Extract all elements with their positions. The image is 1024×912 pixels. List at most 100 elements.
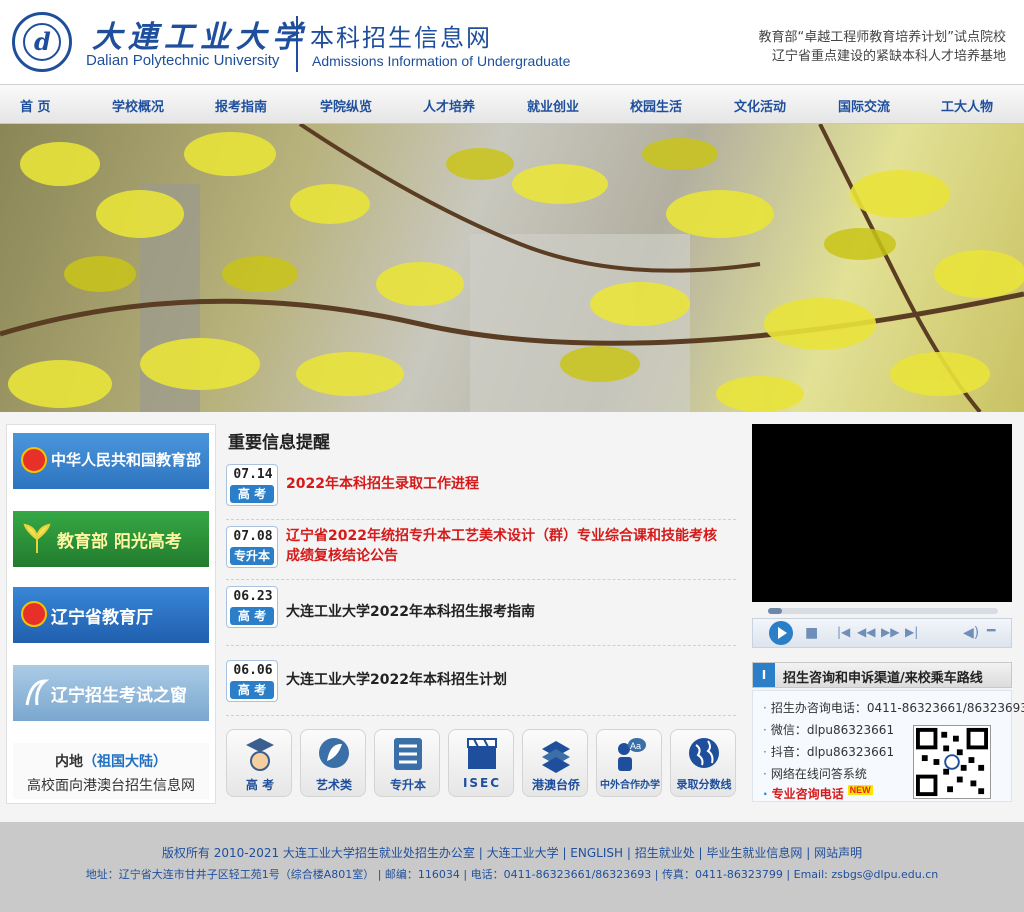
quick-link-admission-scores[interactable]: 录取分数线 xyxy=(670,729,736,797)
contact-phone: · 招生办咨询电话：0411-86323661/86323693 xyxy=(763,699,1024,716)
graduate-cap-icon xyxy=(246,738,274,771)
liaoning-edu-link[interactable]: 辽宁省教育厅 xyxy=(13,587,209,643)
quick-link-upgrade[interactable]: 专升本 xyxy=(374,729,440,797)
site-title-cn: 本科招生信息网 xyxy=(310,24,492,52)
contact-wechat-text: 微信：dlpu86323661 xyxy=(770,723,895,737)
moe-link[interactable]: 中华人民共和国教育部 xyxy=(13,433,209,489)
news-title[interactable]: 2022年本科招生录取工作进程 xyxy=(286,474,479,494)
online-qa-link[interactable]: · 网络在线问答系统 xyxy=(763,765,867,782)
footer-link-dpu[interactable]: 大连工业大学 xyxy=(487,846,559,860)
national-emblem-icon xyxy=(21,447,47,473)
nav-item-training[interactable]: 人才培养 xyxy=(423,96,475,115)
news-date: 07.14 xyxy=(233,467,273,482)
contact-douyin-text: 抖音：dlpu86323661 xyxy=(770,745,895,759)
slogan-line-1: 教育部“卓越工程师教育培养计划”试点院校 xyxy=(758,30,1006,45)
ladder-icon xyxy=(394,738,422,770)
liaoning-edu-label: 辽宁省教育厅 xyxy=(51,608,153,628)
footer-link-admissions[interactable]: 招生就业处 xyxy=(635,846,695,860)
quick-link-art[interactable]: 艺术类 xyxy=(300,729,366,797)
slogan-line-2: 辽宁省重点建设的紧缺本科人才培养基地 xyxy=(771,49,1006,64)
video-progress-fill xyxy=(768,608,782,614)
news-category: 高 考 xyxy=(230,485,274,503)
play-icon[interactable] xyxy=(769,621,793,645)
news-panel: 重要信息提醒 07.14 高 考 2022年本科招生录取工作进程 07.08 专… xyxy=(222,424,742,804)
nav-item-intl[interactable]: 国际交流 xyxy=(838,96,890,115)
video-progress-bar[interactable] xyxy=(768,608,998,614)
bullet-icon: · xyxy=(763,787,768,801)
nav-item-home[interactable]: 首 页 xyxy=(20,96,51,115)
news-category: 高 考 xyxy=(230,681,274,699)
hk-macao-taiwan-link[interactable]: 内地（祖国大陆） 高校面向港澳台招生信息网 xyxy=(13,743,209,799)
news-title[interactable]: 大连工业大学2022年本科招生报考指南 xyxy=(286,602,535,622)
news-title[interactable]: 大连工业大学2022年本科招生计划 xyxy=(286,670,507,690)
news-item[interactable]: 07.14 高 考 2022年本科招生录取工作进程 xyxy=(226,464,736,520)
nav-item-overview[interactable]: 学校概况 xyxy=(112,96,164,115)
nav-item-guide[interactable]: 报考指南 xyxy=(215,96,267,115)
volume-slider-icon[interactable]: ━ xyxy=(987,623,995,639)
footer-link-statement[interactable]: 网站声明 xyxy=(814,846,862,860)
hotline-link[interactable]: · 专业咨询电话 NEW xyxy=(763,785,873,802)
contact-heading: 招生咨询和申诉渠道/来校乘车路线 xyxy=(783,671,983,686)
stop-icon[interactable]: ■ xyxy=(805,625,818,641)
footer-link-jobs[interactable]: 毕业生就业信息网 xyxy=(706,846,802,860)
quick-links-row: 高 考 艺术类 专升本 ISEC 港澳台侨 Aa 中外合作办学 录取分数线 xyxy=(222,729,742,801)
quick-link-label: ISEC xyxy=(462,776,502,790)
globe-icon xyxy=(689,738,719,768)
video-player[interactable] xyxy=(752,424,1012,602)
new-badge: NEW xyxy=(847,785,873,795)
main-nav: 首 页 学校概况 报考指南 学院纵览 人才培养 就业创业 校园生活 文化活动 国… xyxy=(0,84,1024,124)
liaoning-exam-link[interactable]: 辽宁招生考试之窗 xyxy=(13,665,209,721)
header-divider xyxy=(296,16,298,72)
quick-link-joint-program[interactable]: Aa 中外合作办学 xyxy=(596,729,662,797)
contact-douyin: · 抖音：dlpu86323661 xyxy=(763,743,894,760)
skip-forward-icon[interactable]: ▶| xyxy=(905,625,918,639)
contact-info-box: · 招生办咨询电话：0411-86323661/86323693 · 微信：dlpu… xyxy=(752,690,1024,802)
contact-wechat: · 微信：dlpu86323661 xyxy=(763,721,894,738)
hk-link-line-2: 高校面向港澳台招生信息网 xyxy=(27,778,195,794)
books-icon xyxy=(542,741,570,773)
site-header: d 大連工业大学 Dalian Polytechnic University 本… xyxy=(0,0,1024,84)
site-title-en: Admissions Information of Undergraduate xyxy=(312,53,571,69)
date-badge: 07.14 高 考 xyxy=(226,464,278,506)
bullet-icon: · xyxy=(763,767,767,781)
video-controls: ■ |◀ ◀◀ ▶▶ ▶| ◀) ━ xyxy=(752,618,1012,648)
news-title[interactable]: 辽宁省2022年统招专升本工艺美术设计（群）专业综合课和技能考核成绩复核结论公告 xyxy=(286,526,726,566)
banner-foliage-art xyxy=(0,124,1024,412)
university-seal-logo[interactable]: d xyxy=(12,12,72,72)
external-links-panel: 中华人民共和国教育部 教育部 阳光高考 辽宁省教育厅 辽宁招生考试之窗 内地（祖… xyxy=(6,424,216,804)
date-badge: 07.08 专升本 xyxy=(226,526,278,568)
news-category: 高 考 xyxy=(230,607,274,625)
university-name-en: Dalian Polytechnic University xyxy=(86,52,280,69)
nav-item-culture[interactable]: 文化活动 xyxy=(734,96,786,115)
nav-item-colleges[interactable]: 学院纵览 xyxy=(320,96,372,115)
quick-link-gaokao[interactable]: 高 考 xyxy=(226,729,292,797)
seal-inner-ring: d xyxy=(23,23,61,61)
nav-item-employment[interactable]: 就业创业 xyxy=(527,96,579,115)
moe-link-label: 中华人民共和国教育部 xyxy=(51,451,202,469)
quick-link-hk-macao-taiwan[interactable]: 港澳台侨 xyxy=(522,729,588,797)
news-date: 06.06 xyxy=(233,663,273,678)
quick-link-label: 录取分数线 xyxy=(676,778,732,791)
hk-link-line-1: 内地（祖国大陆） xyxy=(13,751,209,771)
volume-icon[interactable]: ◀) xyxy=(963,625,979,641)
svg-text:Aa: Aa xyxy=(630,741,641,751)
nav-item-campus[interactable]: 校园生活 xyxy=(630,96,682,115)
footer-address: 地址：辽宁省大连市甘井子区轻工苑1号（综合楼A801室） | 邮编：116034… xyxy=(85,868,939,881)
ginkgo-banner-image xyxy=(0,124,1024,412)
quick-link-isec[interactable]: ISEC xyxy=(448,729,514,797)
skip-back-icon[interactable]: |◀ xyxy=(837,625,850,639)
national-emblem-icon xyxy=(21,601,47,627)
nav-item-people[interactable]: 工大人物 xyxy=(941,96,993,115)
fast-forward-icon[interactable]: ▶▶ xyxy=(881,625,899,639)
news-item[interactable]: 07.08 专升本 辽宁省2022年统招专升本工艺美术设计（群）专业综合课和技能… xyxy=(226,524,736,580)
quick-link-label: 中外合作办学 xyxy=(600,780,660,791)
news-category: 专升本 xyxy=(230,547,274,565)
rewind-icon[interactable]: ◀◀ xyxy=(857,625,875,639)
contact-header[interactable]: I 招生咨询和申诉渠道/来校乘车路线 xyxy=(752,662,1012,688)
footer-link-english[interactable]: ENGLISH xyxy=(570,846,623,860)
news-item[interactable]: 06.06 高 考 大连工业大学2022年本科招生计划 xyxy=(226,656,736,716)
news-item[interactable]: 06.23 高 考 大连工业大学2022年本科招生报考指南 xyxy=(226,584,736,646)
sunshine-gaokao-link[interactable]: 教育部 阳光高考 xyxy=(13,511,209,567)
news-date: 06.23 xyxy=(233,589,273,604)
footer-links: 版权所有 2010-2021 大连工业大学招生就业处招生办公室 | 大连工业大学… xyxy=(161,846,863,860)
